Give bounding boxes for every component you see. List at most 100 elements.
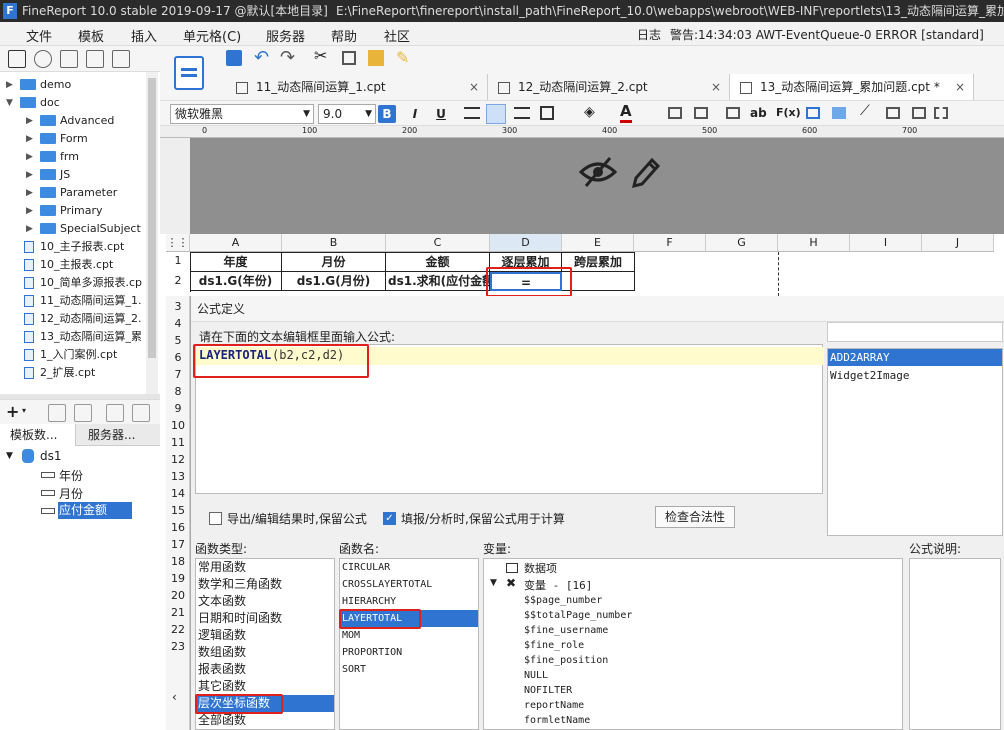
close-icon[interactable]: × xyxy=(469,74,479,100)
variable-item[interactable]: $fine_username xyxy=(524,623,608,638)
cell-a1[interactable]: 年度 xyxy=(190,253,282,272)
column-header[interactable]: H xyxy=(778,234,850,252)
refresh-icon[interactable] xyxy=(34,50,52,68)
function-type-item[interactable]: 数学和三角函数 xyxy=(196,576,334,593)
column-header[interactable]: E xyxy=(562,234,634,252)
unmerge-icon[interactable] xyxy=(694,107,708,119)
function-type-item[interactable]: 数组函数 xyxy=(196,644,334,661)
align-center-icon[interactable] xyxy=(486,104,506,124)
function-type-item[interactable]: 其它函数 xyxy=(196,678,334,695)
menu-file[interactable]: 文件 xyxy=(26,26,52,45)
field-item-selected[interactable]: 应付金额 xyxy=(38,502,132,520)
function-search-input[interactable] xyxy=(827,322,1003,342)
row-header[interactable]: 11 xyxy=(166,434,190,451)
row-header[interactable]: 13 xyxy=(166,468,190,485)
tree-item[interactable]: 10_主子报表.cpt xyxy=(0,238,146,256)
cell-e2[interactable] xyxy=(562,272,635,291)
expand-icon[interactable]: ▶ xyxy=(26,148,33,166)
tree-item[interactable]: ▶ JS xyxy=(0,166,146,184)
variable-item[interactable]: $$totalPage_number xyxy=(524,608,632,623)
expand-icon[interactable]: ▶ xyxy=(26,220,33,238)
suggestion-item[interactable]: Widget2Image xyxy=(830,367,909,384)
chart-icon[interactable] xyxy=(806,107,820,119)
function-name-item[interactable]: HIERARCHY xyxy=(340,593,478,610)
row-header[interactable]: 4 xyxy=(166,315,190,332)
row-header[interactable]: 15 xyxy=(166,502,190,519)
tree-item[interactable]: ▶ Parameter xyxy=(0,184,146,202)
row-header[interactable]: 21 xyxy=(166,604,190,621)
function-type-item[interactable]: 报表函数 xyxy=(196,661,334,678)
settings-icon[interactable] xyxy=(86,50,104,68)
field-item[interactable]: 月份 xyxy=(38,484,138,502)
function-type-item[interactable]: 全部函数 xyxy=(196,712,334,729)
variable-item[interactable]: $fine_position xyxy=(524,653,608,668)
ab-icon[interactable]: ab xyxy=(750,106,767,120)
paste-icon[interactable] xyxy=(368,50,384,66)
variable-group-data[interactable]: 数据项 xyxy=(484,559,684,576)
row-header[interactable]: 6 xyxy=(166,349,190,366)
image-icon[interactable] xyxy=(832,107,846,119)
add-dataset-icon[interactable]: + xyxy=(6,402,19,421)
italic-button[interactable]: I xyxy=(406,105,424,123)
column-header[interactable]: J xyxy=(922,234,994,252)
expand-icon[interactable]: ▼ xyxy=(6,451,13,461)
column-header[interactable]: G xyxy=(706,234,778,252)
tree-scroll-thumb[interactable] xyxy=(148,78,156,358)
edit-icon[interactable] xyxy=(48,404,66,422)
column-header[interactable]: A xyxy=(190,234,282,252)
row-header[interactable]: 8 xyxy=(166,383,190,400)
border-icon[interactable] xyxy=(540,106,554,120)
delete-icon[interactable] xyxy=(112,50,130,68)
tree-item[interactable]: 13_动态隔间运算_累 xyxy=(0,328,146,346)
row-header[interactable]: 9 xyxy=(166,400,190,417)
copy-icon[interactable] xyxy=(132,404,150,422)
column-header[interactable]: D xyxy=(490,234,562,252)
row-header[interactable]: 3 xyxy=(166,298,190,315)
tab-template-data[interactable]: 模板数... xyxy=(0,424,76,446)
row-header[interactable]: 12 xyxy=(166,451,190,468)
row-header[interactable]: 20 xyxy=(166,587,190,604)
function-type-item[interactable]: 逻辑函数 xyxy=(196,627,334,644)
function-name-item[interactable]: PROPORTION xyxy=(340,644,478,661)
redo-icon[interactable]: ↷ xyxy=(280,47,295,68)
row-header[interactable]: 14 xyxy=(166,485,190,502)
fill-color-icon[interactable]: ◈ xyxy=(584,104,595,120)
tab-template-12[interactable]: 12_动态隔间运算_2.cpt × xyxy=(488,74,730,100)
cell-a2[interactable]: ds1.G(年份) xyxy=(190,272,282,291)
tree-item[interactable]: ▶ SpecialSubject xyxy=(0,220,146,238)
text-cell-icon[interactable] xyxy=(726,107,740,119)
tree-item[interactable]: 11_动态隔间运算_1. xyxy=(0,292,146,310)
cell-e1[interactable]: 跨层累加 xyxy=(562,253,635,272)
check-validity-button[interactable]: 检查合法性 xyxy=(655,506,735,528)
menu-insert[interactable]: 插入 xyxy=(131,26,157,45)
tab-template-11[interactable]: 11_动态隔间运算_1.cpt × xyxy=(226,74,488,100)
undo-icon[interactable]: ↶ xyxy=(254,47,269,68)
merge-icon[interactable] xyxy=(668,107,682,119)
cell-c1[interactable]: 金额 xyxy=(386,253,490,272)
open-icon[interactable] xyxy=(8,50,26,68)
field-item[interactable]: 年份 xyxy=(38,466,138,484)
variable-item[interactable]: NOFILTER xyxy=(524,683,572,698)
tab-template-13-active[interactable]: 13_动态隔间运算_累加问题.cpt * × xyxy=(730,74,974,100)
underline-button[interactable]: U xyxy=(432,105,450,123)
floating-icon[interactable] xyxy=(934,107,948,119)
suggestion-item[interactable]: ADD2ARRAY xyxy=(828,349,1002,366)
cell-b1[interactable]: 月份 xyxy=(282,253,386,272)
tree-item[interactable]: ▶ Primary xyxy=(0,202,146,220)
save-icon[interactable] xyxy=(226,50,242,66)
expand-icon[interactable]: ▶ xyxy=(26,166,33,184)
expand-icon[interactable]: ▶ xyxy=(6,76,13,94)
locate-icon[interactable] xyxy=(60,50,78,68)
copy-cell-icon[interactable] xyxy=(342,51,356,65)
row-header[interactable]: 18 xyxy=(166,553,190,570)
function-type-item[interactable]: 日期和时间函数 xyxy=(196,610,334,627)
expand-icon[interactable]: ▼ xyxy=(6,94,13,112)
menu-server[interactable]: 服务器 xyxy=(266,26,305,45)
row-header[interactable]: 10 xyxy=(166,417,190,434)
dataset-name[interactable]: ds1 xyxy=(40,449,62,463)
tree-item[interactable]: 10_简单多源报表.cp xyxy=(0,274,146,292)
function-name-item[interactable]: MOM xyxy=(340,627,478,644)
template-menu-icon[interactable] xyxy=(174,56,204,90)
row-header[interactable]: 16 xyxy=(166,519,190,536)
variable-item[interactable]: $$page_number xyxy=(524,593,602,608)
